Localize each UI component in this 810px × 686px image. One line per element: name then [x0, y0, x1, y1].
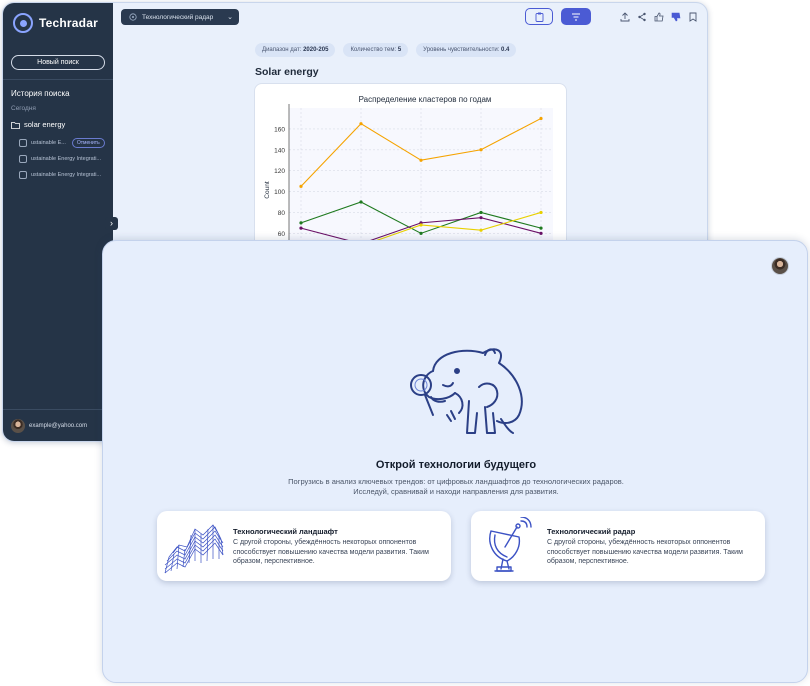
data-point [479, 210, 483, 215]
user-email: example@yahoo.com [29, 423, 88, 429]
filter-chip-topics[interactable]: Количество тем: 5 [343, 43, 409, 57]
data-point [419, 231, 423, 235]
app-window-front: Открой технологии будущего Погрузись в а… [102, 240, 808, 683]
history-subitem-label: ustainable E... [31, 140, 66, 146]
share-icon[interactable] [636, 11, 647, 22]
clipboard-button[interactable] [525, 8, 553, 25]
chevron-right-icon: › [110, 218, 113, 228]
data-point [419, 223, 423, 227]
satellite-dish-icon [489, 517, 532, 572]
logo-icon [13, 13, 33, 33]
hero-subtitle: Погрузись в анализ ключевых трендов: от … [288, 477, 624, 496]
data-point [419, 158, 423, 162]
collapse-sidebar-button[interactable]: › [105, 217, 118, 230]
data-point [539, 231, 543, 235]
avatar [11, 419, 25, 433]
avatar[interactable] [771, 257, 789, 275]
data-point [359, 122, 363, 126]
card-text: С другой стороны, убеждённость некоторых… [233, 539, 429, 565]
sidebar: Techradar Новый поиск История поиска Сег… [3, 3, 113, 441]
chip-value: 5 [397, 47, 402, 53]
document-icon [19, 171, 27, 179]
folder-icon [11, 121, 20, 129]
mode-select[interactable]: Технологический радар ⌄ [121, 9, 239, 25]
chart-title: Распределение кластеров по годам [359, 95, 492, 104]
hero-title: Открой технологии будущего [375, 459, 537, 471]
data-point [539, 210, 543, 215]
y-tick-label: 120 [274, 168, 285, 175]
data-point [479, 216, 483, 220]
chip-label: Диапазон дат: [262, 47, 302, 53]
filter-button[interactable] [561, 8, 591, 25]
data-point [299, 226, 303, 230]
history-subitem-label: ustainable Energy Integrati... [31, 172, 102, 178]
document-icon [19, 155, 27, 163]
mode-select-value: Технологический радар [142, 13, 214, 21]
y-tick-label: 140 [274, 147, 285, 154]
data-point [479, 228, 483, 232]
card-text: С другой стороны, убеждённость некоторых… [547, 539, 743, 565]
sidebar-divider [3, 409, 113, 410]
document-icon [19, 139, 27, 147]
chip-label: Уровень чувствительности: [423, 47, 500, 53]
topic-title: Solar energy [255, 66, 319, 78]
history-title: История поиска [11, 89, 70, 98]
y-tick-label: 160 [274, 126, 285, 133]
upload-icon[interactable] [619, 11, 630, 22]
cancel-button[interactable]: Отменить [71, 138, 105, 148]
history-subitem[interactable]: ustainable Energy Integrati... [19, 171, 101, 179]
logo[interactable]: Techradar [13, 13, 98, 33]
history-item-active[interactable]: solar energy [11, 120, 65, 129]
y-axis-label: Count [264, 181, 271, 199]
wireframe-landscape-icon [164, 524, 224, 574]
chart-card: 60 80 100 120 140 160 Распределение кластеров … [254, 83, 567, 249]
data-point [539, 226, 543, 230]
filter-chip-dates[interactable]: Диапазон дат: 2020-205 [255, 43, 336, 57]
new-search-button[interactable]: Новый поиск [11, 55, 105, 70]
y-tick-label: 100 [274, 189, 285, 196]
chevron-down-icon: ⌄ [227, 14, 233, 21]
data-point [479, 148, 483, 152]
history-item-label: solar energy [24, 120, 66, 129]
y-tick-label: 80 [278, 210, 286, 217]
chip-label: Количество тем: [350, 47, 397, 53]
y-tick-label: 60 [278, 231, 286, 238]
clipboard-icon [535, 12, 543, 22]
thumbs-down-icon[interactable] [670, 11, 681, 22]
history-group-today: Сегодня [11, 105, 36, 112]
user-profile[interactable]: example@yahoo.com [11, 419, 87, 433]
data-point [299, 221, 303, 225]
data-point [539, 116, 543, 121]
chip-value: 2020-205 [303, 47, 329, 53]
capybara-magnifier-illustration [410, 348, 523, 434]
radar-icon [129, 13, 137, 21]
data-point [299, 184, 303, 188]
card-title: Технологический ландшафт [233, 527, 338, 536]
card-title: Технологический радар [547, 527, 636, 536]
bookmark-icon[interactable] [687, 11, 698, 22]
history-subitem-label: ustainable Energy Integrati... [31, 156, 102, 162]
history-subitem[interactable]: ustainable Energy Integrati... [19, 155, 101, 163]
sidebar-divider [3, 79, 113, 80]
chip-value: 0.4 [501, 47, 510, 53]
filter-chip-sensitivity[interactable]: Уровень чувствительности: 0.4 [416, 43, 517, 57]
filter-icon [572, 12, 580, 21]
cluster-line-chart: 60 80 100 120 140 160 Распределение кластеров … [264, 95, 553, 249]
thumbs-up-icon[interactable] [653, 11, 664, 22]
data-point [359, 200, 363, 204]
radar-card[interactable]: Технологический радар С другой стороны, … [471, 511, 765, 581]
history-subitem[interactable]: ustainable E... Отменить [19, 138, 105, 148]
app-name: Techradar [39, 16, 98, 30]
landscape-card[interactable]: Технологический ландшафт С другой сторон… [157, 511, 451, 581]
